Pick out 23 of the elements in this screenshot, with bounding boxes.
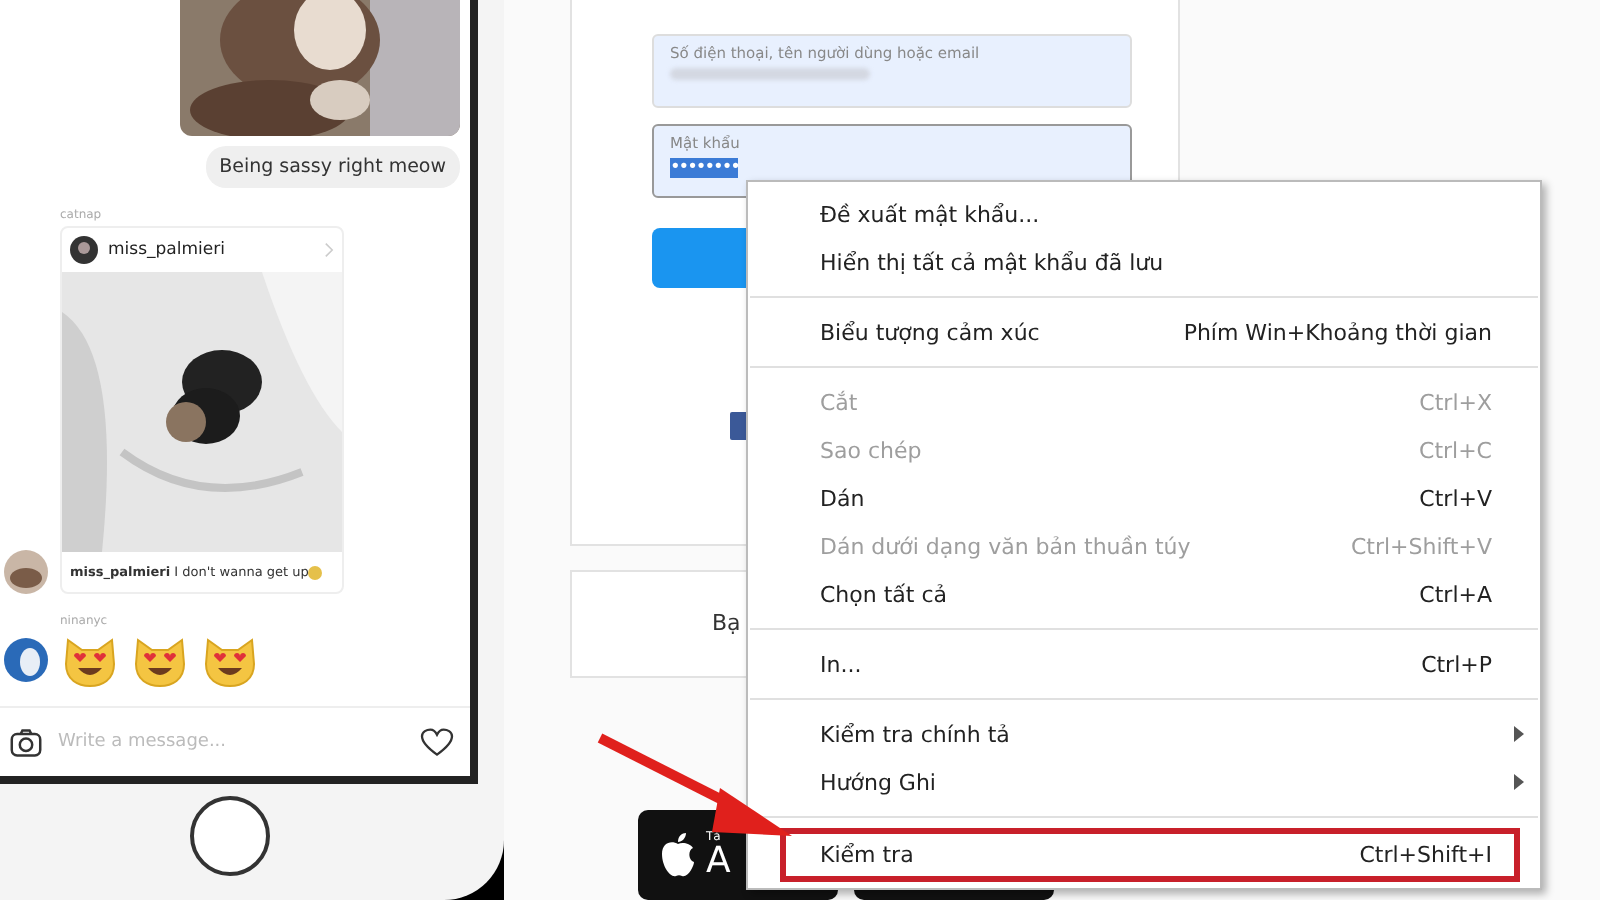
cat-emoji-icon [202,632,258,688]
menu-item[interactable]: In... Ctrl+P [748,640,1540,688]
menu-item[interactable]: Chọn tất cả Ctrl+A [748,570,1540,618]
submenu-arrow-icon [1514,726,1524,742]
menu-item[interactable]: Dán Ctrl+V [748,474,1540,522]
camera-icon[interactable] [10,727,42,757]
avatar-icon [4,638,48,682]
cat-emoji-icon [132,632,188,688]
cat-emoji-icon [62,632,118,688]
menu-item[interactable]: Hướng Ghi [748,758,1540,806]
avatar-icon [4,550,48,594]
avatar-icon [70,236,98,264]
chevron-icon [324,242,334,258]
signup-text: Bạ [712,610,741,637]
home-button[interactable] [186,792,274,880]
emoji-icon [308,565,323,580]
submenu-arrow-icon [1514,774,1524,790]
heart-icon[interactable] [420,727,454,757]
message-bubble: Being sassy right meow [205,146,460,188]
menu-item[interactable]: Hiển thị tất cả mật khẩu đã lưu [748,238,1540,286]
username: miss_palmieri [108,240,227,260]
menu-item[interactable]: Kiểm tra chính tả [748,710,1540,758]
menu-item[interactable]: Biểu tượng cảm xúc Phím Win+Khoảng thời gian [748,308,1540,356]
